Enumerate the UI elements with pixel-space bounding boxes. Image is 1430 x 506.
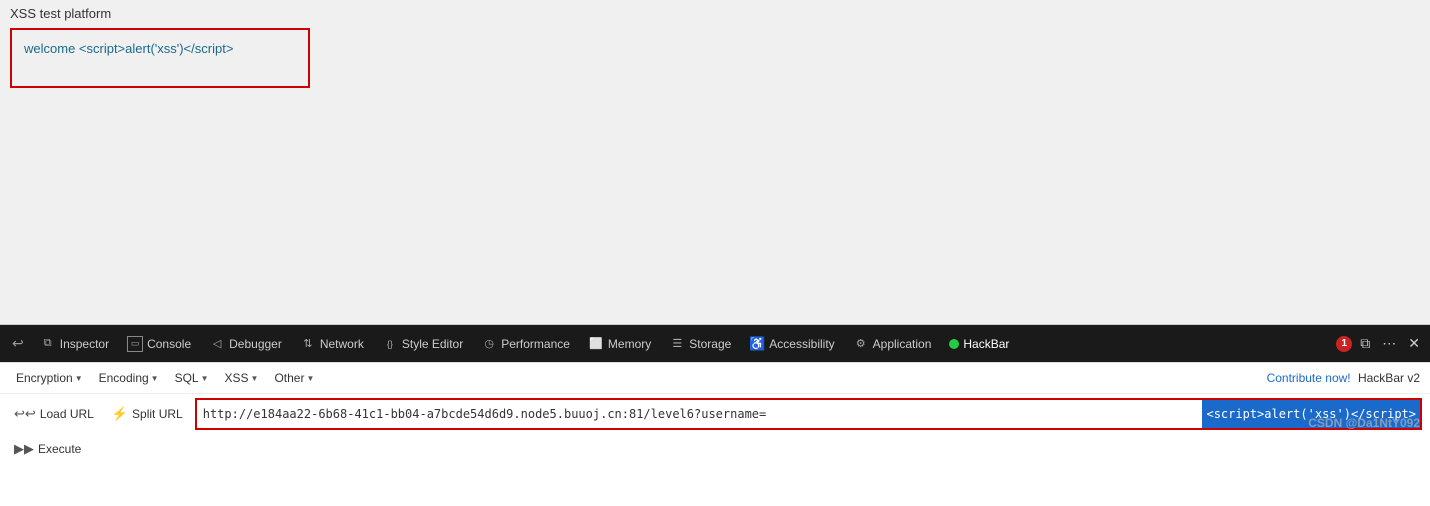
tab-accessibility[interactable]: ♿ Accessibility	[741, 329, 842, 359]
split-url-label: Split URL	[132, 407, 183, 421]
tab-storage[interactable]: ☰ Storage	[661, 329, 739, 359]
network-icon: ⇅	[300, 336, 316, 352]
tab-inspector-label: Inspector	[60, 337, 109, 351]
tab-style-editor[interactable]: Style Editor	[374, 329, 471, 359]
application-icon: ⚙	[853, 336, 869, 352]
storage-icon: ☰	[669, 336, 685, 352]
style-icon	[382, 336, 398, 352]
xss-content-box: welcome <script>alert('xss')</script>	[10, 28, 310, 88]
hackbar-dot-icon	[949, 339, 959, 349]
memory-icon: ⬜	[588, 336, 604, 352]
tab-style-label: Style Editor	[402, 337, 463, 351]
execute-icon: ▶	[14, 441, 34, 457]
load-url-label: Load URL	[40, 407, 94, 421]
tab-accessibility-label: Accessibility	[769, 337, 834, 351]
csdn-watermark: CSDN @Da1NtY092	[1308, 416, 1420, 430]
split-url-icon: ⚡	[112, 406, 128, 422]
tab-hackbar[interactable]: HackBar	[941, 329, 1017, 359]
tab-application[interactable]: ⚙ Application	[845, 329, 940, 359]
tab-memory-label: Memory	[608, 337, 651, 351]
contribute-text: Contribute now!	[1267, 371, 1351, 385]
responsive-icon[interactable]: ⧉	[1356, 331, 1374, 356]
more-options-icon[interactable]: ⋯	[1378, 331, 1400, 356]
tab-console-label: Console	[147, 337, 191, 351]
other-caret: ▼	[306, 374, 314, 383]
devtools-toolbar: ↩ Inspector ▭ Console ◁ Debugger ⇅ Netwo…	[0, 325, 1430, 362]
tab-network-label: Network	[320, 337, 364, 351]
console-icon: ▭	[127, 336, 143, 352]
devtools-right-controls: 1 ⧉ ⋯ ✕	[1336, 331, 1424, 356]
url-input[interactable]	[197, 400, 1420, 428]
main-content-area: XSS test platform welcome <script>alert(…	[0, 0, 1430, 325]
xss-label: XSS	[225, 371, 249, 385]
load-url-icon: ↩	[14, 406, 36, 422]
hackbar-contribute-link[interactable]: Contribute now! HackBar v2	[1267, 371, 1420, 385]
inspector-icon	[40, 336, 56, 352]
load-url-button[interactable]: ↩ Load URL	[8, 402, 100, 426]
tab-performance[interactable]: Performance	[473, 329, 578, 359]
version-text: HackBar v2	[1358, 371, 1420, 385]
execute-button[interactable]: ▶ Execute	[8, 437, 87, 461]
tab-console[interactable]: ▭ Console	[119, 329, 199, 359]
split-url-button[interactable]: ⚡ Split URL	[106, 402, 189, 426]
hackbar-menu-xss[interactable]: XSS ▼	[219, 368, 265, 388]
accessibility-icon: ♿	[749, 336, 765, 352]
page-title: XSS test platform	[0, 0, 1430, 25]
encryption-label: Encryption	[16, 371, 73, 385]
hackbar-panel: Encryption ▼ Encoding ▼ SQL ▼ XSS ▼ Othe…	[0, 362, 1430, 464]
tab-storage-label: Storage	[689, 337, 731, 351]
encryption-caret: ▼	[75, 374, 83, 383]
devtools-back-icon[interactable]: ↩	[6, 329, 30, 359]
hackbar-menu-other[interactable]: Other ▼	[268, 368, 320, 388]
sql-caret: ▼	[201, 374, 209, 383]
encoding-label: Encoding	[99, 371, 149, 385]
hackbar-menu-sql[interactable]: SQL ▼	[169, 368, 215, 388]
encoding-caret: ▼	[151, 374, 159, 383]
execute-label: Execute	[38, 442, 81, 456]
tab-perf-label: Performance	[501, 337, 570, 351]
xss-caret: ▼	[251, 374, 259, 383]
hackbar-url-row: ↩ Load URL ⚡ Split URL <script>alert('xs…	[0, 394, 1430, 434]
url-input-container: <script>alert('xss')</script>	[195, 398, 1422, 430]
sql-label: SQL	[175, 371, 199, 385]
hackbar-menu-encoding[interactable]: Encoding ▼	[93, 368, 165, 388]
close-devtools-icon[interactable]: ✕	[1404, 331, 1424, 356]
tab-debugger[interactable]: ◁ Debugger	[201, 329, 290, 359]
perf-icon	[481, 336, 497, 352]
debugger-icon: ◁	[209, 336, 225, 352]
hackbar-bottom-row: ▶ Execute	[0, 434, 1430, 464]
tab-network[interactable]: ⇅ Network	[292, 329, 372, 359]
tab-hackbar-label: HackBar	[963, 337, 1009, 351]
welcome-message: welcome <script>alert('xss')</script>	[24, 41, 233, 56]
hackbar-menu-encryption[interactable]: Encryption ▼	[10, 368, 89, 388]
other-label: Other	[274, 371, 304, 385]
error-badge: 1	[1336, 336, 1352, 352]
tab-debugger-label: Debugger	[229, 337, 282, 351]
tab-memory[interactable]: ⬜ Memory	[580, 329, 659, 359]
hackbar-menu-row: Encryption ▼ Encoding ▼ SQL ▼ XSS ▼ Othe…	[0, 363, 1430, 394]
tab-inspector[interactable]: Inspector	[32, 329, 117, 359]
tab-application-label: Application	[873, 337, 932, 351]
